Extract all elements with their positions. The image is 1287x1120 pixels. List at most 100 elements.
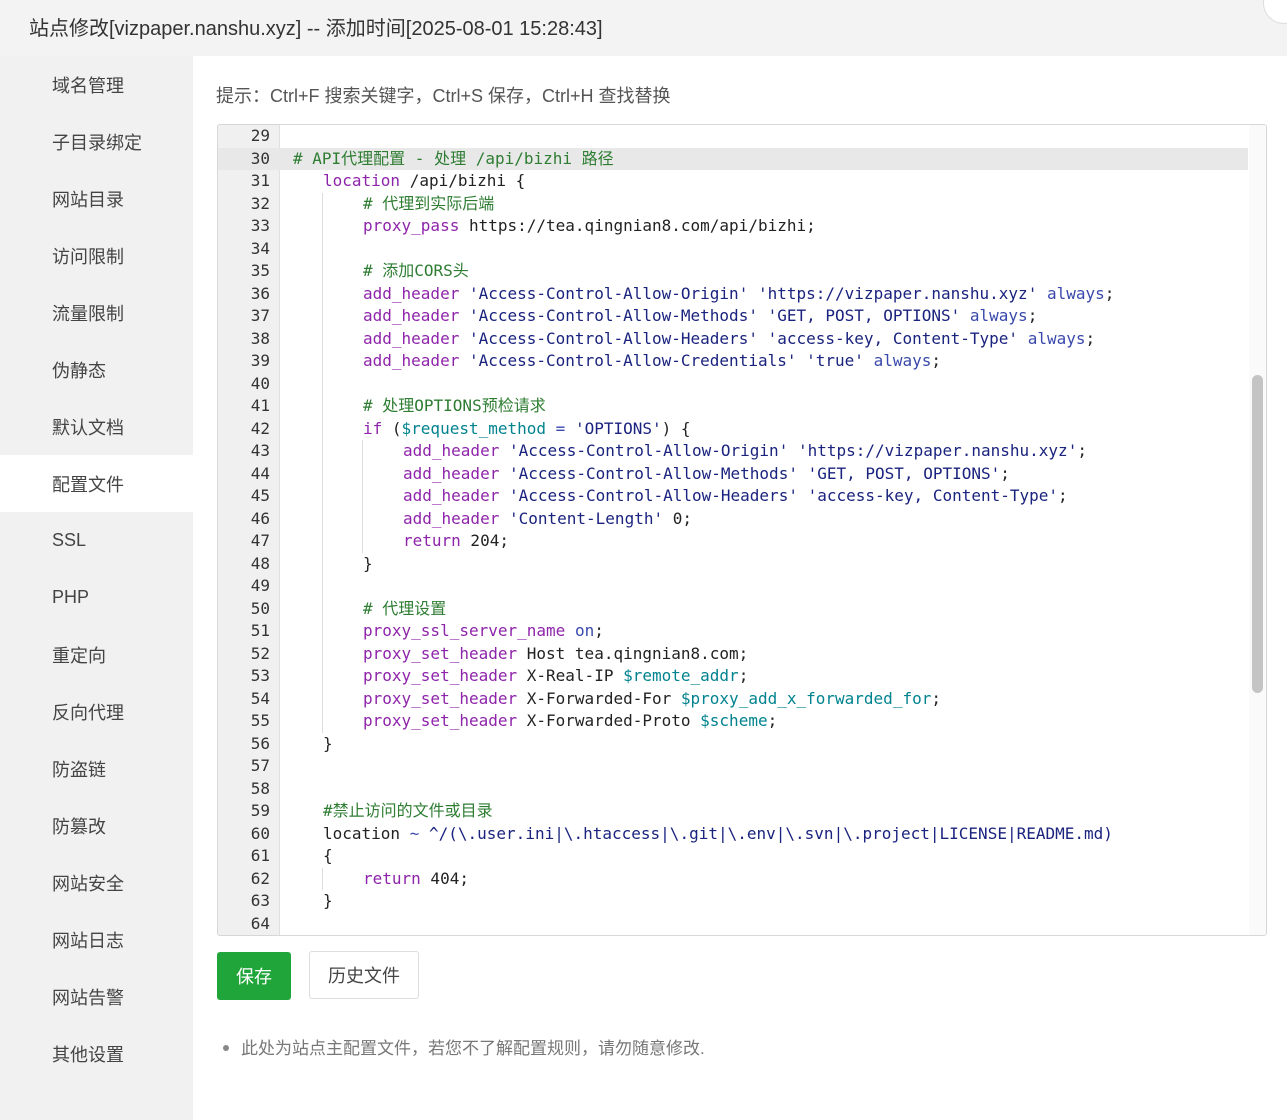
code-line[interactable]: 39 add_header 'Access-Control-Allow-Crede… xyxy=(218,350,1248,373)
sidebar-item-security[interactable]: 网站安全 xyxy=(0,854,193,911)
editor-scrollbar[interactable] xyxy=(1249,125,1266,935)
code-line[interactable]: 59 #禁止访问的文件或目录 xyxy=(218,800,1248,823)
code-line[interactable]: 43 add_header 'Access-Control-Allow-Origi… xyxy=(218,440,1248,463)
indent-guide xyxy=(322,575,323,598)
code-line[interactable]: 60 location ~ ^/(\.user.ini|\.htaccess|\.… xyxy=(218,823,1248,846)
code-line[interactable]: 64 xyxy=(218,913,1248,936)
line-number: 35 xyxy=(250,261,270,280)
code-token: always xyxy=(873,351,932,370)
indent-guide xyxy=(322,867,323,890)
code-line[interactable]: 50 # 代理设置 xyxy=(218,597,1248,620)
code-line[interactable]: 48} xyxy=(218,552,1248,575)
code-line[interactable]: 38 add_header 'Access-Control-Allow-Heade… xyxy=(218,327,1248,351)
code-token: proxy_set_header xyxy=(363,666,518,685)
code-line[interactable]: 37 add_header 'Access-Control-Allow-Metho… xyxy=(218,305,1248,328)
code-text: add_header 'Access-Control-Allow-Origin'… xyxy=(403,440,1087,463)
sidebar-item-traffic-limit[interactable]: 流量限制 xyxy=(0,284,193,341)
code-token: 'access-key, Content-Type' xyxy=(807,486,1059,505)
sidebar-item-rewrite[interactable]: 伪静态 xyxy=(0,341,193,398)
code-line[interactable]: 30 # API代理配置 - 处理 /api/bizhi 路径 xyxy=(218,147,1248,170)
code-line[interactable]: 54 proxy_set_header X-Forwarded-For $prox… xyxy=(218,687,1248,710)
code-line[interactable]: 44 add_header 'Access-Control-Allow-Metho… xyxy=(218,462,1248,485)
code-line[interactable]: 52 proxy_set_header Host tea.qingnian8.co… xyxy=(218,642,1248,665)
code-line[interactable]: 63} xyxy=(218,890,1248,913)
sidebar-item-default-doc[interactable]: 默认文档 xyxy=(0,398,193,455)
code-token: 'Access-Control-Allow-Methods' xyxy=(508,463,798,483)
sidebar-item-logs[interactable]: 网站日志 xyxy=(0,911,193,968)
code-line[interactable]: 42 if ($request_method = 'OPTIONS') { xyxy=(218,417,1248,440)
code-line[interactable]: 53 proxy_set_header X-Real-IP $remote_add… xyxy=(218,665,1248,688)
code-line[interactable]: 41 # 处理OPTIONS预检请求 xyxy=(218,395,1248,418)
code-line[interactable]: 56} xyxy=(218,733,1248,756)
line-number: 50 xyxy=(250,598,270,618)
code-line[interactable]: 45 add_header 'Access-Control-Allow-Heade… xyxy=(218,485,1248,508)
code-line[interactable]: 58 xyxy=(218,778,1248,801)
code-line[interactable]: 34 xyxy=(218,237,1248,260)
code-line[interactable]: 55 proxy_set_header X-Forwarded-Proto $sc… xyxy=(218,710,1248,733)
line-number: 41 xyxy=(250,396,270,415)
code-token: add_header xyxy=(403,508,500,528)
code-token: ; xyxy=(738,666,749,685)
sidebar-item-access-limit[interactable]: 访问限制 xyxy=(0,227,193,284)
sidebar-item-subdir[interactable]: 子目录绑定 xyxy=(0,113,193,170)
code-line[interactable]: 33 proxy_pass https://tea.qingnian8.com/a… xyxy=(218,215,1248,238)
code-content[interactable]: 29 30 # API代理配置 - 处理 /api/bizhi 路径 31 locati… xyxy=(218,125,1248,935)
sidebar-item-other[interactable]: 其他设置 xyxy=(0,1025,193,1082)
code-line[interactable]: 32 # 代理到实际后端 xyxy=(218,192,1248,215)
code-token: proxy_pass xyxy=(363,216,460,235)
indent-guide xyxy=(322,440,323,463)
code-token: } xyxy=(323,891,333,910)
code-line[interactable]: 57 xyxy=(218,755,1248,778)
indent-guide xyxy=(322,282,323,305)
code-token: $scheme xyxy=(700,711,768,730)
code-token: ~ xyxy=(409,823,420,843)
scrollbar-thumb[interactable] xyxy=(1252,375,1263,693)
indent-guide xyxy=(322,395,323,418)
line-number: 39 xyxy=(250,351,270,370)
sidebar-item-reverse-proxy[interactable]: 反向代理 xyxy=(0,683,193,740)
sidebar-item-hotlink[interactable]: 防盗链 xyxy=(0,740,193,797)
code-line[interactable]: 46 add_header 'Content-Length' 0; xyxy=(218,507,1248,530)
history-file-button[interactable]: 历史文件 xyxy=(309,951,419,999)
code-editor[interactable]: 29 30 # API代理配置 - 处理 /api/bizhi 路径 31 locati… xyxy=(217,124,1267,936)
sidebar-item-label: 子目录绑定 xyxy=(52,132,142,153)
code-line[interactable]: 35 # 添加CORS头 xyxy=(218,260,1248,283)
save-button[interactable]: 保存 xyxy=(217,952,291,1000)
code-token: { xyxy=(323,846,333,865)
code-token: proxy_set_header xyxy=(363,688,518,708)
indent-guide xyxy=(322,687,323,710)
code-token: # 代理设置 xyxy=(363,598,447,618)
code-line[interactable]: 61 { xyxy=(218,845,1248,868)
sidebar-item-label: 防篡改 xyxy=(52,816,106,837)
code-line[interactable]: 31 location /api/bizhi { xyxy=(218,170,1248,193)
sidebar-item-alerts[interactable]: 网站告警 xyxy=(0,968,193,1025)
sidebar-item-label: 其他设置 xyxy=(52,1044,124,1065)
line-number: 31 xyxy=(250,171,270,190)
sidebar-item-site-dir[interactable]: 网站目录 xyxy=(0,170,193,227)
sidebar-item-tamper[interactable]: 防篡改 xyxy=(0,797,193,854)
code-line[interactable]: 47 return 204; xyxy=(218,530,1248,553)
sidebar-item-php[interactable]: PHP xyxy=(0,569,193,626)
line-number: 64 xyxy=(250,913,270,933)
code-token: # API代理配置 - 处理 /api/bizhi 路径 xyxy=(293,148,614,168)
sidebar-item-ssl[interactable]: SSL xyxy=(0,512,193,569)
code-line[interactable]: 51 proxy_ssl_server_name on; xyxy=(218,620,1248,643)
code-text: add_header 'Access-Control-Allow-Headers… xyxy=(363,328,1095,351)
close-icon[interactable] xyxy=(1263,0,1287,24)
sidebar-item-config-file[interactable]: 配置文件 xyxy=(0,455,193,512)
sidebar-item-domain[interactable]: 域名管理 xyxy=(0,56,193,113)
code-line[interactable]: 49 xyxy=(218,575,1248,598)
code-line[interactable]: 29 xyxy=(218,125,1248,148)
line-number: 36 xyxy=(250,283,270,303)
code-line[interactable]: 36 add_header 'Access-Control-Allow-Origi… xyxy=(218,282,1248,305)
code-line[interactable]: 40 xyxy=(218,372,1248,395)
indent-guide xyxy=(322,305,323,328)
code-token: # 添加CORS头 xyxy=(363,261,469,280)
code-line[interactable]: 62 return 404; xyxy=(218,867,1248,890)
sidebar-item-redirect[interactable]: 重定向 xyxy=(0,626,193,683)
